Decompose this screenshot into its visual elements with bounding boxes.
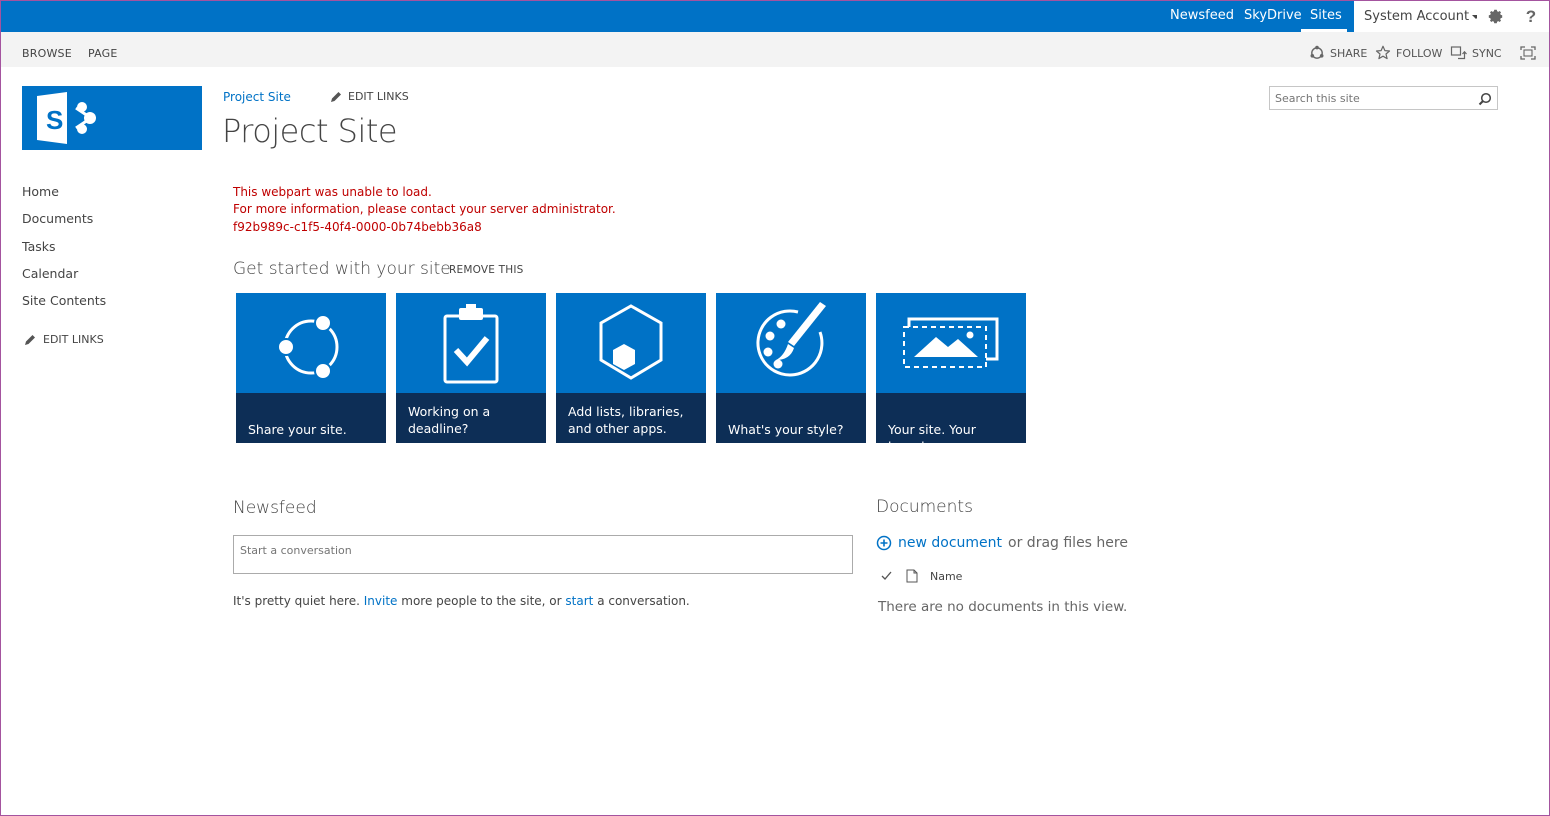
checkmark-icon[interactable] [881,571,892,581]
edit-links-top-button[interactable]: EDIT LINKS [330,90,409,103]
new-document-link[interactable]: new document [898,535,1002,551]
quiet-text-mid: more people to the site, or [401,594,562,608]
edit-links-left-button[interactable]: EDIT LINKS [24,333,104,346]
start-link[interactable]: start [565,594,593,608]
follow-label: FOLLOW [1396,46,1443,60]
settings-button[interactable] [1477,1,1513,32]
account-name: System Account [1364,9,1470,24]
site-logo[interactable]: S [22,86,202,150]
tile-add-lists-apps[interactable]: Add lists, libraries, and other apps. [556,293,706,443]
suite-link-skydrive[interactable]: SkyDrive [1244,0,1302,31]
error-message-line2: For more information, please contact you… [233,202,616,216]
quiet-text-pre: It's pretty quiet here. [233,594,360,608]
share-button[interactable]: SHARE [1309,44,1367,62]
conversation-box [233,535,853,574]
tile-whats-your-style[interactable]: What's your style? [716,293,866,443]
focus-mode-icon [1520,46,1536,60]
share-label: SHARE [1330,46,1368,60]
clipboard-check-icon [443,304,499,384]
error-message-line1: This webpart was unable to load. [233,185,432,199]
star-icon [1375,45,1391,60]
tile-label: Your site. Your brand. [876,393,1026,443]
nav-item-tasks[interactable]: Tasks [22,239,56,254]
nav-item-home[interactable]: Home [22,184,59,199]
tile-working-on-deadline[interactable]: Working on a deadline? [396,293,546,443]
follow-button[interactable]: FOLLOW [1375,44,1442,62]
documents-column-header: Name [881,569,962,583]
suite-link-sites[interactable]: Sites [1310,0,1342,31]
sharepoint-logo-icon: S [37,92,96,144]
image-frame-icon [903,317,999,368]
svg-text:S: S [46,105,63,135]
column-name-header[interactable]: Name [930,570,962,583]
tile-icon-wrapper [556,293,706,393]
newsfeed-title: Newsfeed [233,498,317,518]
newsfeed-empty-message: It's pretty quiet here. Invite more peop… [233,594,690,608]
nav-item-calendar[interactable]: Calendar [22,266,78,281]
search-box [1269,86,1498,110]
gear-icon [1488,9,1502,24]
focus-button[interactable] [1520,44,1536,62]
edit-links-left-label: EDIT LINKS [43,333,104,346]
documents-title: Documents [876,497,973,517]
tile-label: Share your site. [236,393,386,443]
error-correlation-id: f92b989c-c1f5-40f4-0000-0b74bebb36a8 [233,220,482,234]
account-menu[interactable]: System Account [1354,1,1481,32]
pencil-icon [25,334,35,345]
page-title: Project Site [222,112,398,150]
add-circle-icon[interactable] [876,535,892,551]
new-document-row: new document or drag files here [876,535,1128,551]
sync-icon [1450,46,1467,60]
help-button[interactable]: ? [1513,1,1549,32]
help-icon: ? [1525,6,1537,26]
tile-icon-wrapper [236,293,386,393]
tab-page[interactable]: PAGE [88,47,118,60]
hexagon-apps-icon [599,304,663,380]
start-conversation-input[interactable] [234,539,852,561]
drag-files-text: or drag files here [1008,535,1128,551]
search-input[interactable] [1270,87,1470,110]
share-icon [1310,45,1324,59]
search-button[interactable] [1478,91,1492,110]
get-started-title: Get started with your site [233,259,451,279]
tile-label: Working on a deadline? [396,393,546,443]
documents-empty-message: There are no documents in this view. [878,599,1128,615]
nav-item-documents[interactable]: Documents [22,211,93,226]
breadcrumb[interactable]: Project Site [223,90,291,104]
pencil-icon [331,91,341,102]
quiet-text-post: a conversation. [597,594,690,608]
remove-this-link[interactable]: REMOVE THIS [449,264,524,276]
suite-link-newsfeed[interactable]: Newsfeed [1170,0,1234,31]
tab-browse[interactable]: BROWSE [22,47,72,60]
search-icon [1478,92,1492,106]
document-icon [906,569,918,583]
nav-item-site-contents[interactable]: Site Contents [22,293,106,308]
palette-brush-icon [756,302,826,377]
tile-icon-wrapper [396,293,546,393]
sync-label: SYNC [1472,46,1502,60]
tile-label: Add lists, libraries, and other apps. [556,393,706,443]
tile-your-site-your-brand[interactable]: Your site. Your brand. [876,293,1026,443]
sync-button[interactable]: SYNC [1450,44,1502,62]
tile-label: What's your style? [716,393,866,443]
share-network-icon [277,314,339,380]
invite-link[interactable]: Invite [364,594,398,608]
edit-links-top-label: EDIT LINKS [348,90,409,103]
tile-icon-wrapper [716,293,866,393]
tile-icon-wrapper [876,293,1026,393]
tile-share-your-site[interactable]: Share your site. [236,293,386,443]
